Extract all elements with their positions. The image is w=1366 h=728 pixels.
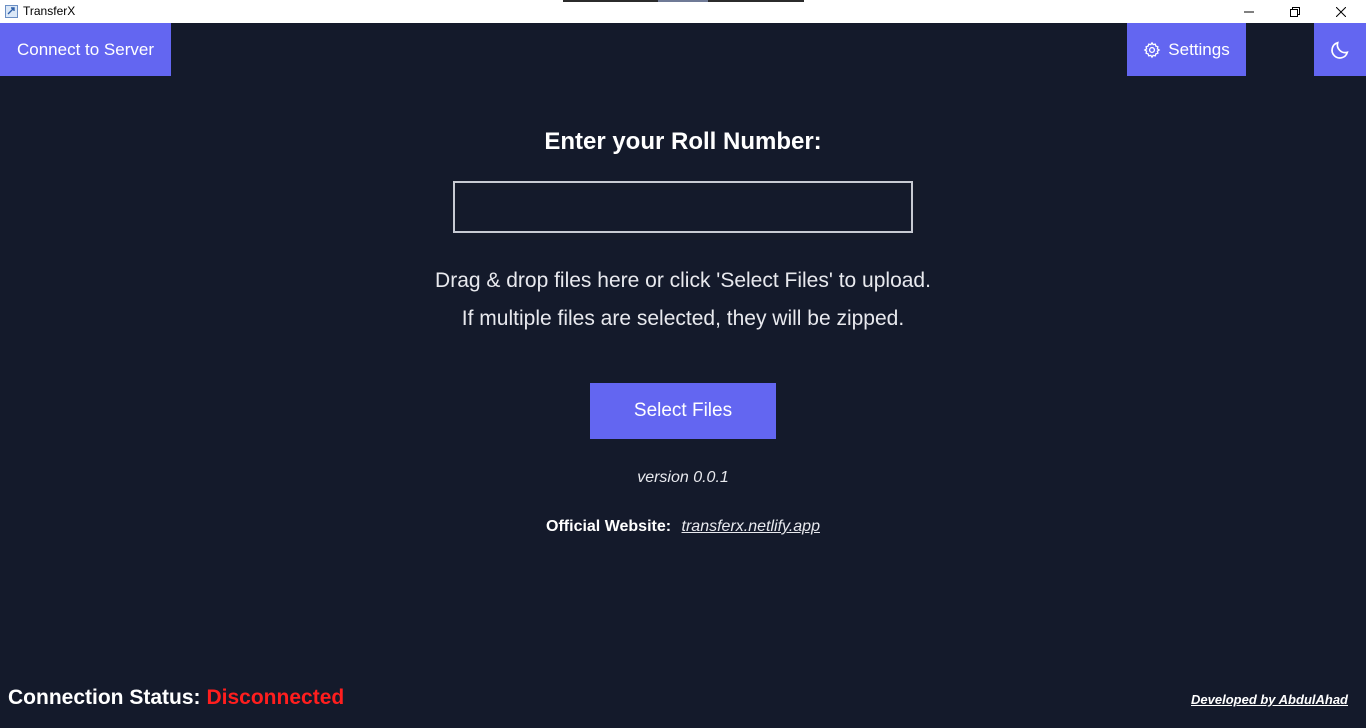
- website-label: Official Website:: [546, 518, 672, 535]
- window-title-bar: TransferX: [0, 0, 1366, 23]
- transferx-app-icon: [5, 5, 18, 18]
- close-button[interactable]: [1318, 0, 1364, 23]
- title-accent-bar: [563, 0, 804, 2]
- select-files-label: Select Files: [633, 400, 733, 421]
- connection-status: Connection Status: Disconnected: [8, 686, 344, 710]
- upload-instruction-line2: If multiple files are selected, they wil…: [461, 307, 905, 330]
- connect-button-label: Connect to Server: [16, 39, 154, 59]
- theme-toggle-button[interactable]: [1314, 23, 1366, 76]
- website-link[interactable]: transferx.netlify.app: [682, 518, 820, 535]
- upload-instruction-line1: Drag & drop files here or click 'Select …: [435, 269, 931, 292]
- connect-to-server-button[interactable]: Connect to Server: [0, 23, 171, 76]
- restore-icon: [1290, 6, 1300, 17]
- version-text: version 0.0.1: [637, 469, 729, 486]
- settings-button-label: Settings: [1168, 39, 1230, 59]
- connection-status-value: Disconnected: [206, 686, 345, 709]
- restore-button[interactable]: [1272, 0, 1318, 23]
- developer-credit-link[interactable]: Developed by AbdulAhad: [1191, 692, 1348, 707]
- connection-status-label: Connection Status:: [8, 686, 201, 709]
- close-icon: [1336, 6, 1346, 17]
- roll-number-heading: Enter your Roll Number:: [544, 128, 822, 155]
- official-website-row: Official Website: transferx.netlify.app: [0, 518, 1366, 536]
- window-title: TransferX: [23, 4, 76, 18]
- minimize-button[interactable]: [1226, 0, 1272, 23]
- settings-button[interactable]: Settings: [1127, 23, 1246, 76]
- moon-icon: [1331, 40, 1349, 59]
- minimize-icon: [1244, 11, 1254, 12]
- select-files-button[interactable]: Select Files: [590, 383, 776, 439]
- roll-number-input[interactable]: [453, 181, 913, 233]
- gear-icon: [1143, 41, 1161, 58]
